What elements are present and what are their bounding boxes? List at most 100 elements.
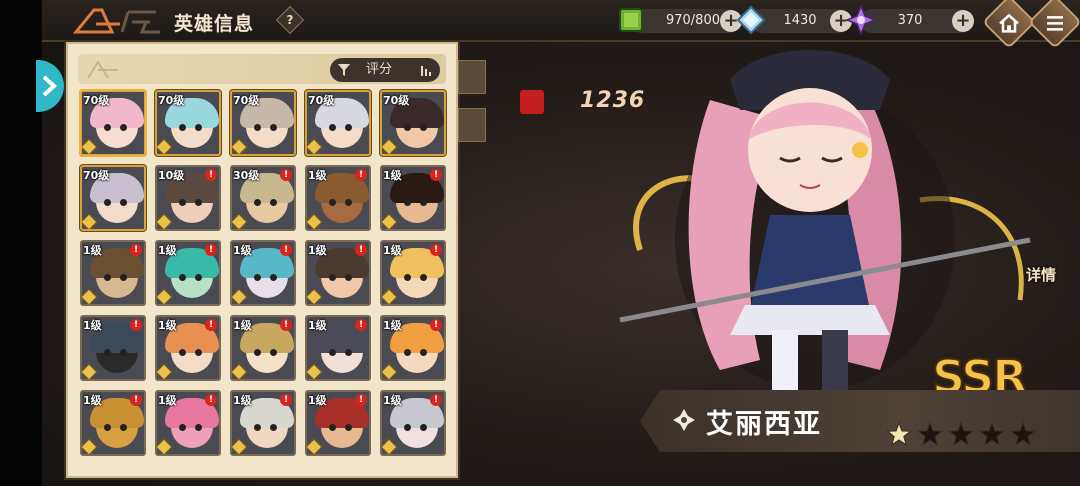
hero-card[interactable]: 1级! (155, 315, 221, 381)
notification-badge-icon: ! (430, 244, 442, 256)
hero-card[interactable]: 1级! (305, 390, 371, 456)
hero-name: 艾丽西亚 (706, 409, 822, 440)
hero-eye (254, 199, 261, 206)
hero-eye (270, 349, 277, 356)
class-icon (82, 213, 98, 229)
game-logo-icon (72, 8, 160, 34)
hero-eye (254, 349, 261, 356)
hero-eye (404, 274, 411, 281)
class-icon (82, 288, 98, 304)
hero-card[interactable]: 1级! (80, 315, 146, 381)
notification-badge-icon: ! (130, 394, 142, 406)
hero-eye (345, 424, 352, 431)
hero-card[interactable]: 1级! (305, 165, 371, 231)
hero-card[interactable]: 70级 (155, 90, 221, 156)
hero-eye (329, 349, 336, 356)
hero-level: 70级 (83, 94, 110, 107)
star-rating (886, 421, 1036, 446)
notification-badge-icon: ! (355, 169, 367, 181)
hero-card[interactable]: 1级! (380, 315, 446, 381)
star-icon (1010, 421, 1036, 446)
hero-card[interactable]: 1级! (80, 390, 146, 456)
help-button[interactable]: ? (275, 5, 305, 35)
hero-card[interactable]: 70级 (380, 90, 446, 156)
notification-badge-icon: ! (130, 319, 142, 331)
class-icon (82, 438, 98, 454)
hero-eye (270, 274, 277, 281)
class-icon (382, 438, 398, 454)
hero-card[interactable]: 1级! (155, 390, 221, 456)
expand-side-menu-button[interactable] (36, 60, 64, 112)
hero-card[interactable]: 30级! (230, 165, 296, 231)
side-tab[interactable] (458, 108, 486, 142)
notification-badge-icon: ! (130, 244, 142, 256)
hero-eye (120, 199, 127, 206)
side-tab[interactable] (458, 60, 486, 94)
class-icon (307, 288, 323, 304)
notification-badge-icon: ! (205, 394, 217, 406)
sort-by-rating-button[interactable]: 评分 (330, 58, 440, 82)
class-icon (382, 288, 398, 304)
class-icon (382, 213, 398, 229)
hero-eye (179, 424, 186, 431)
hero-card[interactable]: 10级! (155, 165, 221, 231)
hero-card[interactable]: 70级 (230, 90, 296, 156)
class-icon (157, 438, 173, 454)
hero-eye (254, 424, 261, 431)
hero-level: 1级 (83, 244, 102, 257)
hero-card[interactable]: 1级! (230, 315, 296, 381)
panel-side-tabs (458, 60, 488, 160)
star-icon (886, 421, 912, 446)
hero-eye (420, 349, 427, 356)
star-icon (948, 421, 974, 446)
add-purple-crystal-button[interactable]: + (952, 10, 974, 32)
star-icon (917, 421, 943, 446)
hero-eye (404, 349, 411, 356)
hero-card[interactable]: 1级! (155, 240, 221, 306)
hero-eye (179, 274, 186, 281)
notification-badge-icon: ! (355, 394, 367, 406)
hero-card[interactable]: 70级 (305, 90, 371, 156)
hero-level: 70级 (383, 94, 410, 107)
hero-eye (345, 199, 352, 206)
panel-ornament-icon (87, 60, 118, 79)
hero-card[interactable]: 1级! (380, 240, 446, 306)
hero-eye (270, 199, 277, 206)
hero-eye (104, 349, 111, 356)
hero-eye (329, 124, 336, 131)
sort-label: 评分 (366, 62, 393, 77)
hero-card[interactable]: 1级! (305, 240, 371, 306)
hero-level: 1级 (383, 169, 402, 182)
class-icon (232, 213, 248, 229)
menu-list-icon (1047, 16, 1063, 31)
hero-eye (120, 424, 127, 431)
hero-eye (329, 424, 336, 431)
hero-card[interactable]: 70级 (80, 165, 146, 231)
hero-level: 1级 (158, 319, 177, 332)
hero-card[interactable]: 1级! (380, 165, 446, 231)
hero-level: 1级 (308, 319, 327, 332)
hero-level: 70级 (158, 94, 185, 107)
class-icon (307, 138, 323, 154)
hero-card[interactable]: 1级! (230, 240, 296, 306)
hero-list-header: 评分 (78, 54, 446, 84)
hero-card[interactable]: 1级! (80, 240, 146, 306)
hero-card[interactable]: 1级! (305, 315, 371, 381)
notification-badge-icon: ! (430, 169, 442, 181)
hero-eye (254, 124, 261, 131)
hero-portrait-art (619, 50, 1031, 390)
hero-level: 1级 (233, 244, 252, 257)
hero-eye (404, 424, 411, 431)
hero-card[interactable]: 1级! (230, 390, 296, 456)
star-icon (979, 421, 1005, 446)
hero-eye (404, 199, 411, 206)
hero-card[interactable]: 70级 (79, 89, 147, 157)
hero-card[interactable]: 1级! (380, 390, 446, 456)
hero-eye (420, 124, 427, 131)
hero-eye (254, 274, 261, 281)
stamina-counter: 970/800 + (619, 8, 742, 33)
class-icon (157, 363, 173, 379)
notification-badge-icon: ! (280, 394, 292, 406)
page-title: 英雄信息 (174, 13, 255, 35)
detail-button[interactable]: 详情 (1026, 264, 1056, 285)
